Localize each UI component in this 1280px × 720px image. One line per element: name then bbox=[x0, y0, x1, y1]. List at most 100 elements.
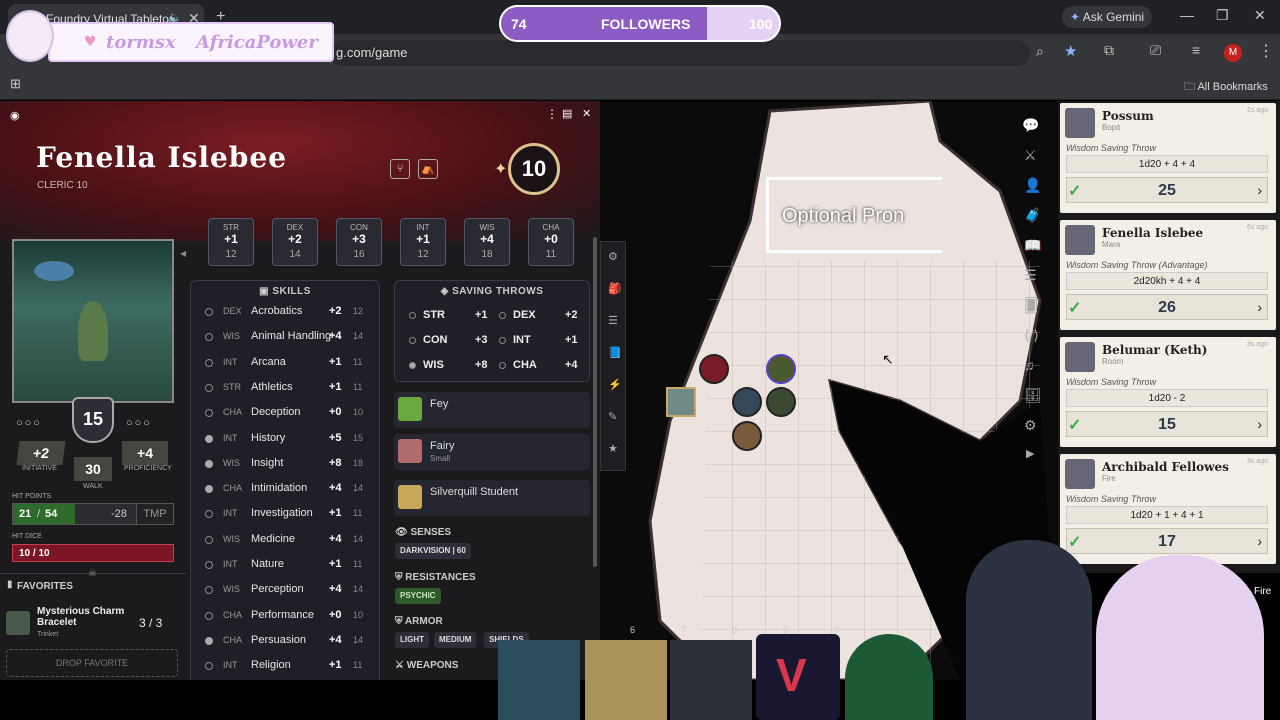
skill-row[interactable]: CHA Intimidation +4 14 bbox=[191, 477, 377, 502]
chevron-right-icon[interactable]: › bbox=[1257, 533, 1262, 549]
skill-row[interactable]: DEX Acrobatics +2 12 bbox=[191, 300, 377, 325]
proficiency-pip[interactable] bbox=[205, 636, 213, 645]
skill-row[interactable]: WIS Insight +8 18 bbox=[191, 452, 377, 477]
sheet-scrollbar[interactable] bbox=[593, 237, 597, 567]
kebab-menu-icon[interactable]: ⋮ bbox=[1258, 41, 1274, 61]
proficiency-pip[interactable] bbox=[205, 611, 213, 620]
maximize-icon[interactable]: ❐ bbox=[1216, 7, 1229, 24]
zoom-icon[interactable]: ⌕ bbox=[1036, 43, 1044, 60]
tab-special-icon[interactable]: ★ bbox=[608, 442, 618, 455]
proficiency-pip[interactable] bbox=[205, 510, 213, 519]
proficiency-pip[interactable] bbox=[205, 409, 213, 418]
save-dex[interactable]: DEX +2 bbox=[499, 307, 589, 327]
token-devil[interactable] bbox=[699, 354, 729, 384]
proficiency-pip[interactable] bbox=[205, 535, 213, 544]
token-orc[interactable] bbox=[766, 354, 796, 384]
trait-silverquill[interactable]: Silverquill Student bbox=[394, 480, 590, 516]
roll-result[interactable]: 26 bbox=[1066, 294, 1268, 320]
settings-icon[interactable]: ⚙ bbox=[1024, 417, 1037, 434]
rest-icon[interactable]: ⑂ bbox=[390, 159, 410, 179]
ask-gemini-button[interactable]: ✦ Ask Gemini bbox=[1062, 6, 1152, 28]
trait-fey[interactable]: Fey bbox=[394, 392, 590, 428]
apps-grid-icon[interactable]: ⊞ bbox=[10, 76, 21, 92]
save-prof-pip[interactable] bbox=[409, 312, 416, 319]
initiative-value[interactable]: +2 bbox=[16, 441, 66, 465]
character-level[interactable]: 10 bbox=[508, 143, 560, 195]
all-bookmarks-button[interactable]: 🗀 All Bookmarks bbox=[1184, 78, 1268, 97]
proficiency-pip[interactable] bbox=[205, 333, 213, 342]
roll-card[interactable]: Possum Bopit 2s ago Wisdom Saving Throw 1d20… bbox=[1060, 103, 1276, 213]
roll-formula[interactable]: 1d20 + 4 + 4 bbox=[1066, 155, 1268, 173]
chat-icon[interactable]: 💬 bbox=[1022, 117, 1039, 134]
skill-row[interactable]: STR Athletics +1 11 bbox=[191, 376, 377, 401]
skill-row[interactable]: WIS Perception +4 14 bbox=[191, 578, 377, 603]
skill-row[interactable]: INT Arcana +1 11 bbox=[191, 351, 377, 376]
skill-row[interactable]: INT History +5 15 bbox=[191, 427, 377, 452]
skill-row[interactable]: INT Nature +1 11 bbox=[191, 553, 377, 578]
ability-str[interactable]: STR +1 12 bbox=[208, 218, 254, 266]
roll-card[interactable]: Belumar (Keth) Room 3s ago Wisdom Saving Th… bbox=[1060, 337, 1276, 447]
temp-hp-input[interactable]: TMP bbox=[136, 503, 174, 525]
proficiency-pip[interactable] bbox=[205, 662, 213, 671]
drop-favorite-zone[interactable]: DROP FAVORITE bbox=[6, 649, 178, 677]
save-prof-pip[interactable] bbox=[499, 337, 506, 344]
skill-row[interactable]: WIS Animal Handling +4 14 bbox=[191, 325, 377, 350]
skill-row[interactable]: INT Religion +1 11 bbox=[191, 654, 377, 679]
chevron-right-icon[interactable]: › bbox=[1257, 182, 1262, 198]
sheet-mode-icon[interactable]: ◉ bbox=[10, 109, 20, 122]
tab-spells-icon[interactable]: 📘 bbox=[608, 346, 622, 359]
sheet-close-icon[interactable]: ✕ bbox=[582, 107, 591, 120]
skill-row[interactable]: CHA Persuasion +4 14 bbox=[191, 629, 377, 654]
tab-biography-icon[interactable]: ✎ bbox=[608, 410, 617, 423]
items-icon[interactable]: 🧳 bbox=[1024, 207, 1041, 224]
save-str[interactable]: STR +1 bbox=[409, 307, 499, 327]
character-portrait[interactable] bbox=[12, 239, 174, 403]
tab-details-icon[interactable]: ⚙ bbox=[608, 250, 618, 263]
roll-result[interactable]: 25 bbox=[1066, 177, 1268, 203]
journal-icon[interactable]: 📖 bbox=[1024, 237, 1041, 254]
tab-effects-icon[interactable]: ⚡ bbox=[608, 378, 622, 391]
favorite-item-uses[interactable]: 3 / 3 bbox=[139, 616, 162, 630]
save-prof-pip[interactable] bbox=[409, 337, 416, 344]
roll-result[interactable]: 17 bbox=[1066, 528, 1268, 554]
cast-icon[interactable]: ⎚ bbox=[1150, 42, 1161, 59]
menu-lines-icon[interactable]: ≡ bbox=[1192, 42, 1200, 58]
save-wis[interactable]: WIS +8 bbox=[409, 357, 499, 377]
proficiency-pip[interactable] bbox=[205, 308, 213, 316]
playlists-icon[interactable]: ♫ bbox=[1024, 357, 1035, 373]
trait-fairy[interactable]: Fairy Small bbox=[394, 434, 590, 470]
minimize-icon[interactable]: — bbox=[1180, 7, 1194, 23]
ability-wis[interactable]: WIS +4 18 bbox=[464, 218, 510, 266]
death-save-fail-pips[interactable]: ○○○ bbox=[16, 417, 42, 429]
save-prof-pip[interactable] bbox=[499, 312, 506, 319]
collapse-left-icon[interactable]: ◀ bbox=[180, 249, 186, 258]
combat-icon[interactable]: ⚔ bbox=[1024, 147, 1037, 164]
cards-icon[interactable]: 🂠 bbox=[1024, 297, 1038, 314]
profile-avatar[interactable]: M bbox=[1224, 44, 1242, 62]
proficiency-pip[interactable] bbox=[205, 358, 213, 367]
save-int[interactable]: INT +1 bbox=[499, 332, 589, 352]
actors-icon[interactable]: 👤 bbox=[1024, 177, 1041, 194]
proficiency-pip[interactable] bbox=[205, 485, 213, 494]
save-prof-pip[interactable] bbox=[409, 362, 416, 369]
window-close-icon[interactable]: ✕ bbox=[1254, 7, 1266, 24]
tab-features-icon[interactable]: ☰ bbox=[608, 314, 618, 327]
skill-row[interactable]: INT Investigation +1 11 bbox=[191, 502, 377, 527]
proficiency-pip[interactable] bbox=[205, 434, 213, 443]
token-possum[interactable] bbox=[732, 421, 762, 451]
sheet-config-icon[interactable]: ▤ bbox=[562, 107, 572, 120]
tables-icon[interactable]: ☰ bbox=[1024, 267, 1037, 284]
roll-formula[interactable]: 2d20kh + 4 + 4 bbox=[1066, 272, 1268, 290]
chevron-right-icon[interactable]: › bbox=[1257, 299, 1262, 315]
skill-row[interactable]: WIS Medicine +4 14 bbox=[191, 528, 377, 553]
roll-card[interactable]: Fenella Islebee Mara 6s ago Wisdom Saving T… bbox=[1060, 220, 1276, 330]
favorite-item-name[interactable]: Mysterious Charm Bracelet bbox=[37, 606, 137, 628]
proficiency-pip[interactable] bbox=[205, 561, 213, 569]
skill-row[interactable]: CHA Deception +0 10 bbox=[191, 401, 377, 426]
proficiency-pip[interactable] bbox=[205, 383, 213, 392]
extensions-icon[interactable]: ⧉ bbox=[1104, 42, 1114, 59]
skill-row[interactable]: CHA Performance +0 10 bbox=[191, 604, 377, 629]
ability-dex[interactable]: DEX +2 14 bbox=[272, 218, 318, 266]
ability-int[interactable]: INT +1 12 bbox=[400, 218, 446, 266]
token-fenella[interactable] bbox=[666, 387, 696, 417]
